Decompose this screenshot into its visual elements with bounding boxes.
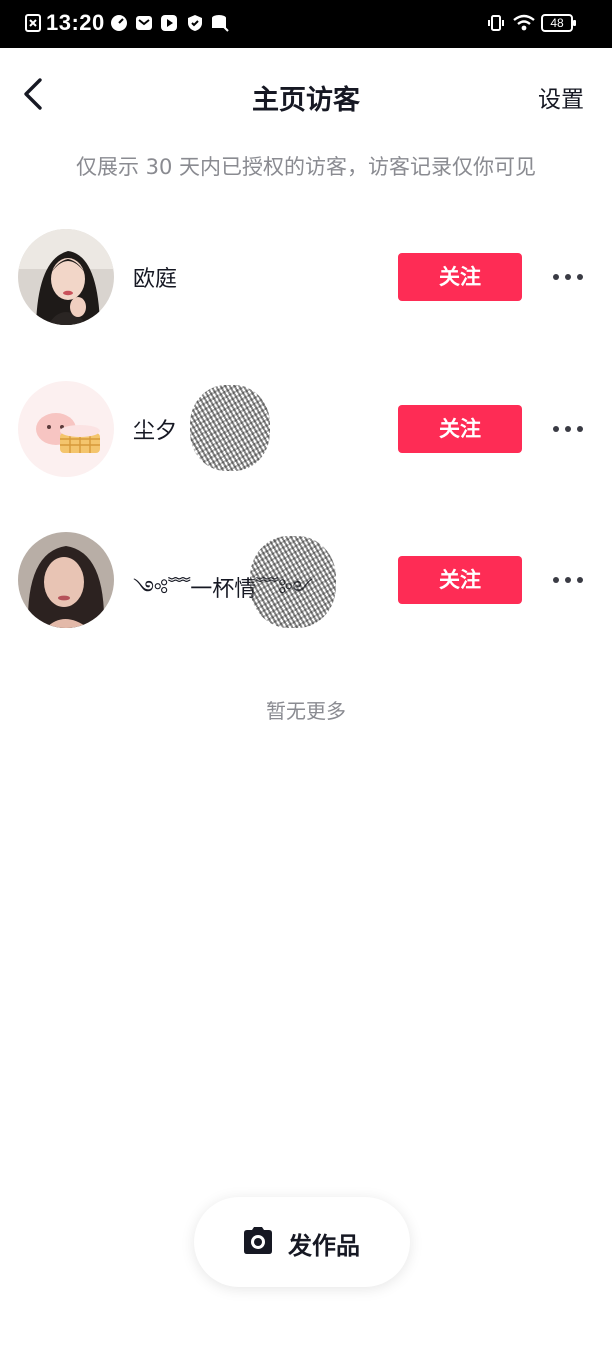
clock: 13:20 [46,10,105,35]
visitor-row[interactable]: 欧庭 关注 [0,229,612,329]
avatar[interactable] [18,229,114,325]
sim-off-icon [25,14,41,32]
more-options-icon[interactable] [548,261,588,293]
visitor-name[interactable]: 欧庭 [133,261,177,293]
redaction-scribble [190,385,270,471]
speed-icon [111,15,127,31]
privacy-notice: 仅展示 30 天内已授权的访客，访客记录仅你可见 [75,155,537,179]
follow-button[interactable]: 关注 [398,556,522,604]
follow-button[interactable]: 关注 [398,253,522,301]
battery-icon: 48 [541,14,576,32]
more-options-icon[interactable] [548,413,588,445]
redaction-scribble [250,536,336,628]
vibrate-icon [488,15,504,31]
page-title: 主页访客 [252,85,360,116]
camera-icon [244,1227,272,1254]
publish-label: 发作品 [288,1232,360,1260]
publish-button[interactable]: 发作品 [194,1197,410,1287]
visitor-row[interactable]: 尘夕 关注 [0,381,612,481]
visitor-name[interactable]: 尘夕 [133,413,177,445]
shield-icon [188,15,202,31]
status-bar: 13:20 48 [0,0,612,48]
follow-button[interactable]: 关注 [398,405,522,453]
avatar[interactable] [18,532,114,628]
data-saver-icon [212,15,229,32]
avatar[interactable] [18,381,114,477]
header: 主页访客 设置 [0,48,612,140]
settings-button[interactable]: 设置 [538,80,584,114]
end-of-list-text: 暂无更多 [266,699,346,723]
back-button[interactable] [14,72,54,116]
play-icon [161,15,177,31]
more-options-icon[interactable] [548,564,588,596]
visitor-row[interactable]: ༺﹌一杯情﹌༻ 关注 [0,532,612,632]
wifi-icon [513,14,535,31]
mail-icon [136,16,152,30]
